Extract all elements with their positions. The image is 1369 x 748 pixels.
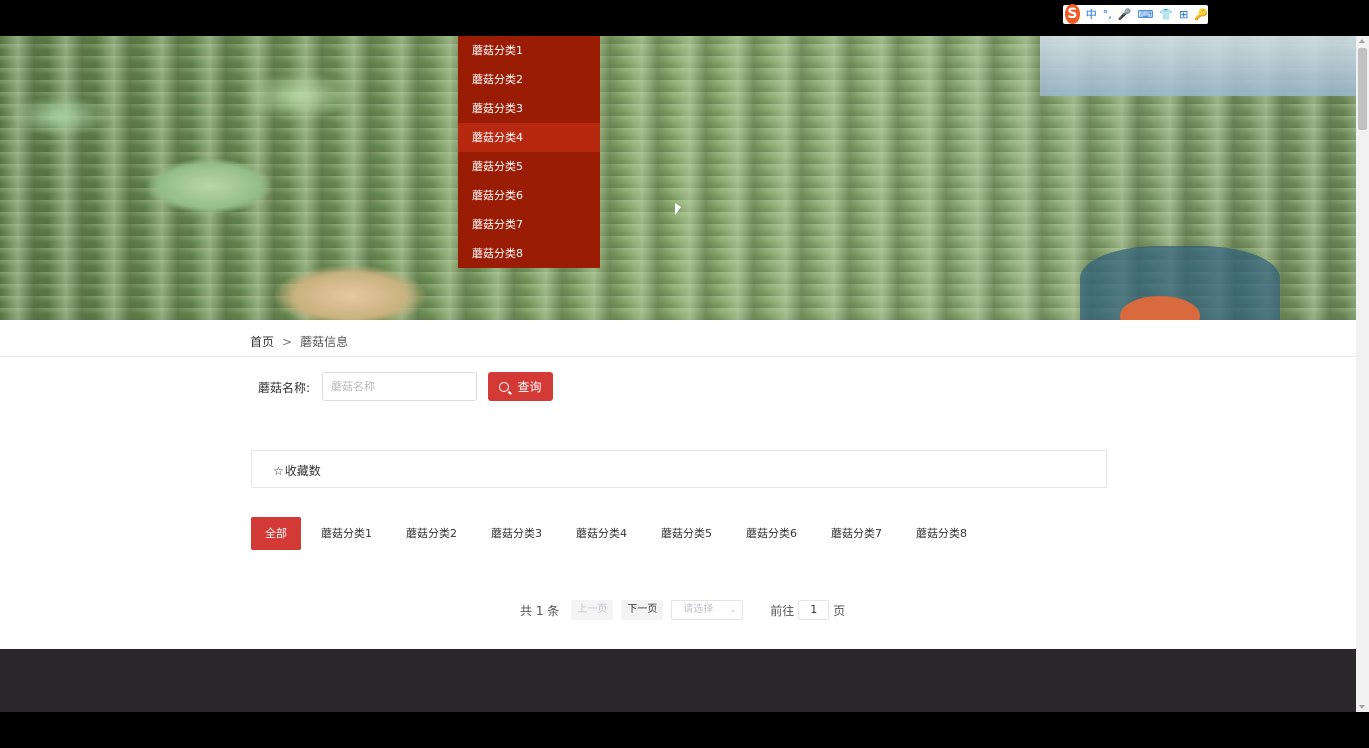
dropdown-item[interactable]: 蘑菇分类1: [458, 36, 600, 65]
star-icon: ☆: [273, 463, 284, 478]
page: 蘑菇分类1 蘑菇分类2 蘑菇分类3 蘑菇分类4 蘑菇分类5 蘑菇分类6 蘑菇分类…: [0, 36, 1356, 712]
dropdown-item[interactable]: 蘑菇分类2: [458, 65, 600, 94]
goto-suffix: 页: [833, 603, 846, 618]
sort-label: 收藏数: [284, 464, 321, 478]
pagination-total: 共 1 条: [520, 603, 560, 618]
banner-image: 蘑菇分类1 蘑菇分类2 蘑菇分类3 蘑菇分类4 蘑菇分类5 蘑菇分类6 蘑菇分类…: [0, 36, 1356, 320]
sort-bar: ☆ 收藏数: [251, 450, 1107, 488]
page-size-placeholder: 请选择: [683, 604, 714, 615]
top-bar: S 中 °, 🎤 ⌨ 👕 ⊞ 🔑: [0, 0, 1369, 36]
goto-prefix: 前往: [770, 603, 795, 618]
search-label: 蘑菇名称:: [258, 381, 311, 395]
footer: [0, 649, 1356, 712]
search-button-label: 查询: [517, 380, 542, 394]
divider: [0, 356, 1356, 357]
ime-skin-icon[interactable]: 👕: [1159, 5, 1173, 24]
category-tab[interactable]: 蘑菇分类5: [661, 517, 746, 550]
dropdown-item[interactable]: 蘑菇分类6: [458, 181, 600, 210]
page-size-select[interactable]: 请选择 ⌄: [671, 600, 744, 620]
ime-toolbox-icon[interactable]: ⊞: [1179, 5, 1188, 24]
scroll-up-icon[interactable]: [1359, 39, 1365, 43]
pagination: 共 1 条 上一页 下一页 请选择 ⌄ 前往 1 页: [520, 600, 845, 620]
category-tab[interactable]: 蘑菇分类6: [746, 517, 831, 550]
category-tab-all[interactable]: 全部: [251, 517, 301, 550]
breadcrumb-home-link[interactable]: 首页: [250, 333, 274, 350]
sogou-logo-icon[interactable]: S: [1065, 3, 1080, 24]
mouse-cursor-icon: [675, 203, 681, 215]
search-input[interactable]: [322, 372, 477, 401]
prev-page-button[interactable]: 上一页: [571, 600, 614, 620]
category-tab[interactable]: 蘑菇分类7: [831, 517, 916, 550]
category-dropdown-menu: 蘑菇分类1 蘑菇分类2 蘑菇分类3 蘑菇分类4 蘑菇分类5 蘑菇分类6 蘑菇分类…: [458, 36, 600, 268]
search-icon: [499, 381, 510, 392]
ime-settings-icon[interactable]: 🔑: [1194, 5, 1208, 24]
dropdown-item[interactable]: 蘑菇分类5: [458, 152, 600, 181]
search-button[interactable]: 查询: [488, 372, 553, 401]
ime-toolbar[interactable]: S 中 °, 🎤 ⌨ 👕 ⊞ 🔑: [1063, 3, 1208, 24]
next-page-button[interactable]: 下一页: [621, 600, 664, 620]
dropdown-item[interactable]: 蘑菇分类8: [458, 239, 600, 268]
breadcrumb: 首页 > 蘑菇信息: [250, 333, 348, 350]
sort-by-favorites[interactable]: ☆ 收藏数: [273, 462, 321, 479]
chevron-down-icon: ⌄: [729, 605, 737, 614]
scrollbar-thumb[interactable]: [1358, 48, 1367, 130]
page-number-input[interactable]: 1: [798, 600, 830, 620]
dropdown-item[interactable]: 蘑菇分类3: [458, 94, 600, 123]
ime-keyboard-icon[interactable]: ⌨: [1137, 5, 1153, 24]
category-tab[interactable]: 蘑菇分类1: [321, 517, 406, 550]
category-tab[interactable]: 蘑菇分类3: [491, 517, 576, 550]
category-tabs: 全部 蘑菇分类1 蘑菇分类2 蘑菇分类3 蘑菇分类4 蘑菇分类5 蘑菇分类6 蘑…: [251, 517, 1001, 550]
category-tab[interactable]: 蘑菇分类8: [916, 517, 1001, 550]
category-tab[interactable]: 蘑菇分类4: [576, 517, 661, 550]
vertical-scrollbar[interactable]: [1356, 36, 1369, 712]
ime-punctuation-icon[interactable]: °,: [1103, 5, 1112, 24]
breadcrumb-current: 蘑菇信息: [300, 335, 349, 349]
ime-mode-chinese[interactable]: 中: [1086, 5, 1097, 24]
breadcrumb-separator: >: [282, 334, 293, 349]
dropdown-item[interactable]: 蘑菇分类7: [458, 210, 600, 239]
dropdown-item-hovered[interactable]: 蘑菇分类4: [458, 123, 600, 152]
category-tab[interactable]: 蘑菇分类2: [406, 517, 491, 550]
ime-microphone-icon[interactable]: 🎤: [1118, 5, 1132, 24]
scroll-down-icon[interactable]: [1359, 705, 1365, 709]
banner-sky: [1040, 36, 1356, 96]
